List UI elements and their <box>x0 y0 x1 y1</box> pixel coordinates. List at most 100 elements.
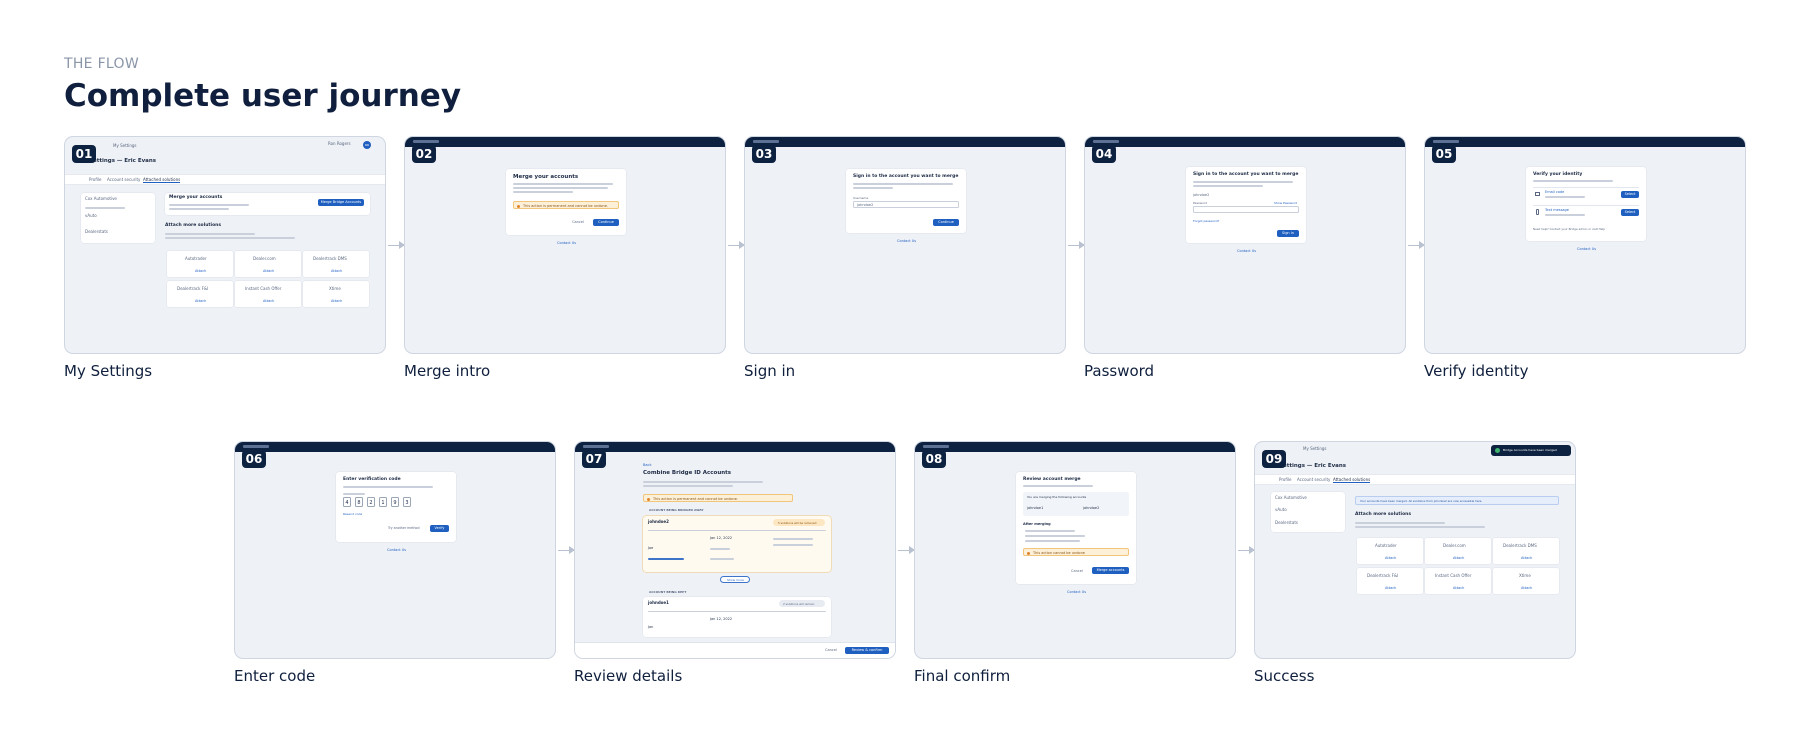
attach-link[interactable]: Attach <box>331 269 342 273</box>
tab-account-security[interactable]: Account security <box>1297 477 1330 482</box>
verify-button[interactable]: Verify <box>430 525 449 532</box>
mail-icon <box>1535 192 1540 196</box>
status-badge: 5 solutions will be removed <box>773 519 825 526</box>
step-caption: Review details <box>574 667 683 685</box>
side-item-dealerstats[interactable]: Dealerstats <box>85 229 108 234</box>
attach-desc-2 <box>165 237 295 239</box>
attach-link[interactable]: Attach <box>263 269 274 273</box>
tile-autotrader[interactable]: Autotrader Attach <box>167 251 233 277</box>
success-banner: Your accounts have been merged. All solu… <box>1355 496 1559 505</box>
tab-profile[interactable]: Profile <box>89 177 101 182</box>
forgot-password-link[interactable]: Forgot password? <box>1193 219 1219 223</box>
bullet <box>1025 540 1080 542</box>
tile-autotrader[interactable]: Autotrader Attach <box>1357 538 1423 564</box>
code-digit[interactable]: 1 <box>379 497 387 507</box>
code-digit[interactable]: 4 <box>343 497 351 507</box>
warning-text: This action is permanent and cannot be u… <box>523 203 609 208</box>
tile-dealertrack-fi[interactable]: Dealertrack F&I Attach <box>1357 568 1423 594</box>
app-header <box>1085 137 1405 147</box>
show-more-button[interactable]: Show more <box>720 576 750 583</box>
resend-code-link[interactable]: Resend code <box>343 512 362 516</box>
tile-dealer-com[interactable]: Dealer.com Attach <box>235 251 301 277</box>
dialog-title: Merge your accounts <box>513 174 579 180</box>
flow-arrow <box>898 546 915 554</box>
tile-instant-cash-offer[interactable]: Instant Cash Offer Attach <box>235 281 301 307</box>
contact-us-link[interactable]: Contact Us <box>1237 249 1256 253</box>
toast-text: Bridge Accounts have been merged <box>1503 448 1557 452</box>
code-digit[interactable]: 2 <box>367 497 375 507</box>
merge-desc-2 <box>169 208 229 210</box>
email-link[interactable] <box>648 558 684 560</box>
tab-attached-solutions[interactable]: Attached solutions <box>1333 477 1371 483</box>
attach-link[interactable]: Attach <box>331 299 342 303</box>
my-settings-link[interactable]: My Settings <box>113 143 137 148</box>
tab-profile[interactable]: Profile <box>1279 477 1291 482</box>
attach-link[interactable]: Attach <box>1521 556 1532 560</box>
cancel-button[interactable]: Cancel <box>568 219 588 226</box>
sign-in-button[interactable]: Sign In <box>1277 230 1299 237</box>
attach-link[interactable]: Attach <box>263 299 274 303</box>
email-option[interactable]: Email code Select <box>1533 187 1639 201</box>
tile-instant-cash-offer[interactable]: Instant Cash Offer Attach <box>1425 568 1491 594</box>
review-confirm-button[interactable]: Review & confirm <box>845 647 889 654</box>
side-item-cox[interactable]: Cox Automotive <box>1275 495 1307 500</box>
password-input[interactable] <box>1193 206 1299 213</box>
username-input[interactable]: johndoe2 <box>853 201 959 208</box>
attach-link[interactable]: Attach <box>1385 586 1396 590</box>
show-password-link[interactable]: Show Password <box>1274 201 1297 205</box>
attach-link[interactable]: Attach <box>195 299 206 303</box>
merge-accounts-button[interactable]: Merge accounts <box>1092 567 1129 574</box>
tab-attached-solutions[interactable]: Attached solutions <box>143 177 181 183</box>
tile-xtime[interactable]: Xtime Attach <box>1493 568 1559 594</box>
contact-us-link[interactable]: Contact Us <box>387 548 406 552</box>
avatar[interactable]: RR <box>363 141 371 149</box>
contact-us-link[interactable]: Contact Us <box>1577 247 1596 251</box>
tile-dealer-com[interactable]: Dealer.com Attach <box>1425 538 1491 564</box>
side-item-dealerstats[interactable]: Dealerstats <box>1275 520 1298 525</box>
side-item-vauto[interactable]: vAuto <box>85 213 97 218</box>
continue-button[interactable]: Continue <box>593 219 619 226</box>
side-item-cox[interactable]: Cox Automotive <box>85 196 117 201</box>
code-digit[interactable]: 8 <box>355 497 363 507</box>
tile-label: Dealertrack F&I <box>177 286 209 291</box>
app-header <box>915 442 1235 452</box>
sign-in-dialog: Sign in to the account you want to merge… <box>846 169 966 233</box>
tile-dealertrack-dms[interactable]: Dealertrack DMS Attach <box>1493 538 1559 564</box>
tab-account-security[interactable]: Account security <box>107 177 140 182</box>
attach-link[interactable]: Attach <box>1385 556 1396 560</box>
attach-link[interactable]: Attach <box>195 269 206 273</box>
contact-us-link[interactable]: Contact Us <box>897 239 916 243</box>
step-badge: 05 <box>1432 145 1456 163</box>
select-sms-button[interactable]: Select <box>1621 209 1639 216</box>
review-desc <box>643 481 763 483</box>
sms-option[interactable]: Text message Select <box>1533 205 1639 219</box>
merge-accounts-button[interactable]: Merge Bridge Accounts <box>318 199 364 206</box>
contact-us-link[interactable]: Contact Us <box>557 241 576 245</box>
tile-dealertrack-dms[interactable]: Dealertrack DMS Attach <box>303 251 369 277</box>
continue-button[interactable]: Continue <box>933 219 959 226</box>
verify-dialog: Verify your identity Email code Select T… <box>1526 167 1646 241</box>
side-item-vauto[interactable]: vAuto <box>1275 507 1287 512</box>
account-card-away: johndoe2 5 solutions will be removed Joe… <box>643 516 831 572</box>
step-caption: Merge intro <box>404 362 491 380</box>
attach-link[interactable]: Attach <box>1521 586 1532 590</box>
code-digit[interactable]: 3 <box>403 497 411 507</box>
attach-link[interactable]: Attach <box>1453 586 1464 590</box>
account-username: johndoe2 <box>648 519 669 524</box>
cancel-button[interactable]: Cancel <box>1071 569 1083 573</box>
code-digit[interactable]: 9 <box>391 497 399 507</box>
tile-dealertrack-fi[interactable]: Dealertrack F&I Attach <box>167 281 233 307</box>
account-2: johndoe2 <box>1083 506 1100 510</box>
first-name-value: Jon <box>648 625 654 629</box>
my-settings-link[interactable]: My Settings <box>1303 446 1327 451</box>
contact-us-link[interactable]: Contact Us <box>1067 590 1086 594</box>
select-email-button[interactable]: Select <box>1621 191 1639 198</box>
tile-xtime[interactable]: Xtime Attach <box>303 281 369 307</box>
flow-eyebrow: THE FLOW <box>64 56 139 72</box>
attach-link[interactable]: Attach <box>1453 556 1464 560</box>
step-badge: 04 <box>1092 145 1116 163</box>
cancel-button[interactable]: Cancel <box>825 648 837 652</box>
merge-title: Merge your accounts <box>169 195 223 200</box>
try-another-method-link[interactable]: Try another method <box>388 526 419 530</box>
back-link[interactable]: Back <box>643 463 652 467</box>
